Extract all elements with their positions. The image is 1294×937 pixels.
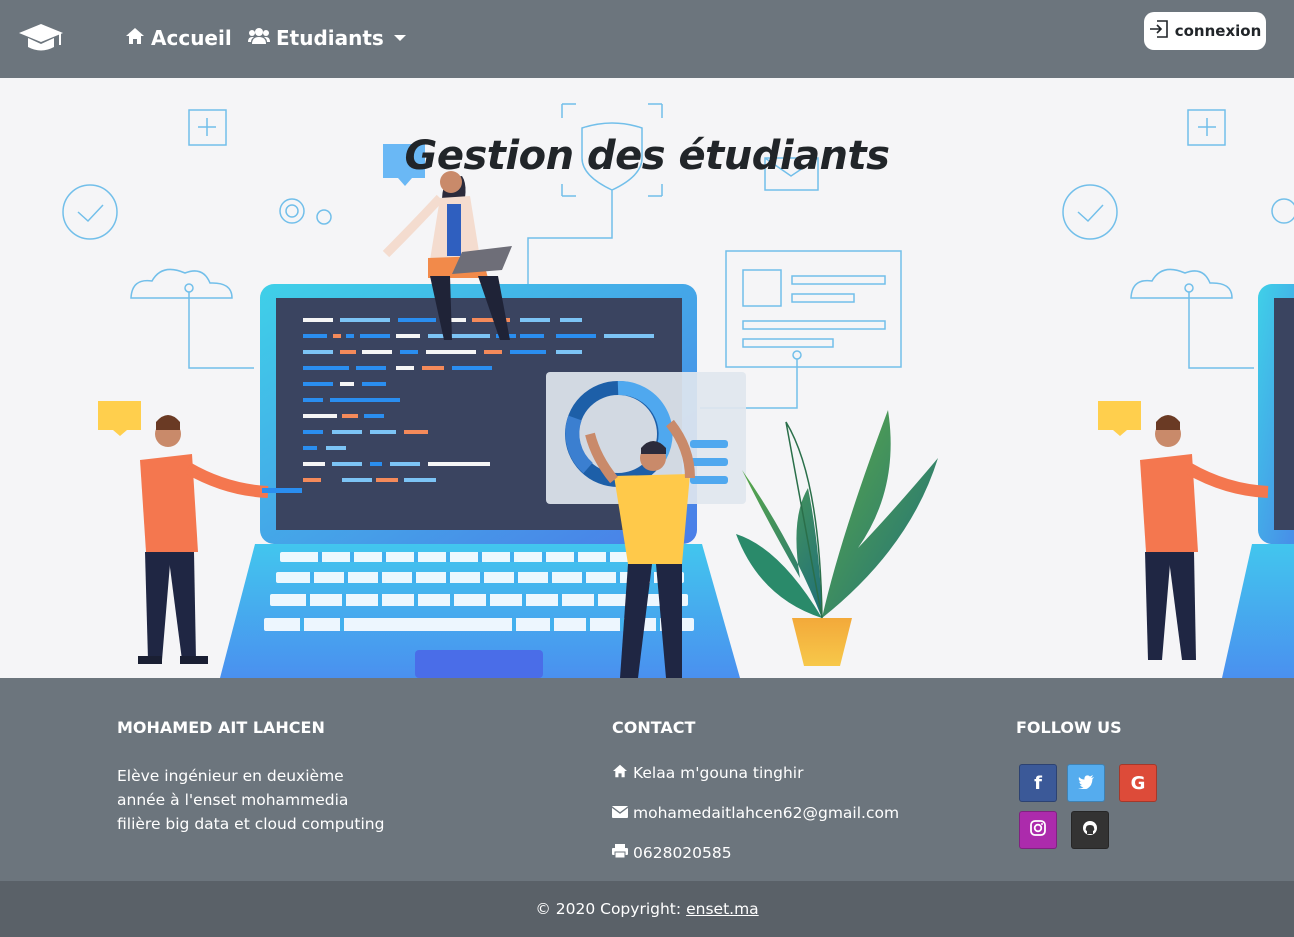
sign-in-icon (1149, 20, 1169, 42)
contact-email: mohamedaitlahcen62@gmail.com (611, 804, 900, 822)
contact-address: Kelaa m'gouna tinghir (612, 764, 803, 782)
facebook-button[interactable]: f (1019, 764, 1057, 802)
connexion-button[interactable]: connexion (1144, 12, 1266, 50)
navbar: Accueil Etudiants connexion (0, 0, 1294, 78)
about-text: Elève ingénieur en deuxième année à l'en… (117, 764, 387, 836)
about-line: année à l'enset mohammedia (117, 791, 349, 809)
chevron-down-icon (393, 35, 406, 41)
connexion-label: connexion (1174, 22, 1262, 40)
copyright-text: © 2020 Copyright: (535, 900, 682, 918)
twitter-button[interactable] (1067, 764, 1105, 802)
footer: MOHAMED AIT LAHCEN Elève ingénieur en de… (0, 678, 1294, 881)
phone-text: 0628020585 (633, 844, 732, 862)
twitter-icon (1078, 773, 1094, 794)
nav-accueil[interactable]: Accueil (125, 24, 232, 52)
facebook-icon: f (1034, 772, 1042, 794)
home-icon (612, 764, 628, 782)
contact-phone: 0628020585 (612, 844, 732, 862)
google-button[interactable]: G (1119, 764, 1157, 802)
nav-etudiants-label: Etudiants (276, 26, 384, 50)
instagram-button[interactable] (1019, 811, 1057, 849)
instagram-icon (1030, 819, 1046, 841)
address-text: Kelaa m'gouna tinghir (633, 764, 804, 782)
google-icon: G (1130, 772, 1146, 794)
envelope-icon (611, 804, 629, 822)
about-line: filière big data et cloud computing (117, 815, 385, 833)
graduation-cap-icon[interactable] (18, 20, 64, 56)
users-icon (248, 26, 270, 50)
follow-title: FOLLOW US (1016, 718, 1122, 737)
page-title: Gestion des étudiants (404, 133, 890, 179)
email-text: mohamedaitlahcen62@gmail.com (633, 804, 900, 822)
copyright-link[interactable]: enset.ma (686, 900, 759, 918)
printer-icon (612, 844, 628, 862)
about-line: Elève ingénieur en deuxième (117, 767, 344, 785)
github-button[interactable] (1071, 811, 1109, 849)
copyright-bar: © 2020 Copyright: enset.ma (0, 881, 1294, 937)
nav-accueil-label: Accueil (151, 26, 232, 50)
nav-etudiants-dropdown[interactable]: Etudiants (248, 24, 406, 52)
hero-banner: Gestion des étudiants (0, 78, 1294, 678)
contact-title: CONTACT (612, 718, 696, 737)
about-title: MOHAMED AIT LAHCEN (117, 718, 325, 737)
github-icon (1082, 820, 1098, 841)
home-icon (125, 26, 145, 50)
